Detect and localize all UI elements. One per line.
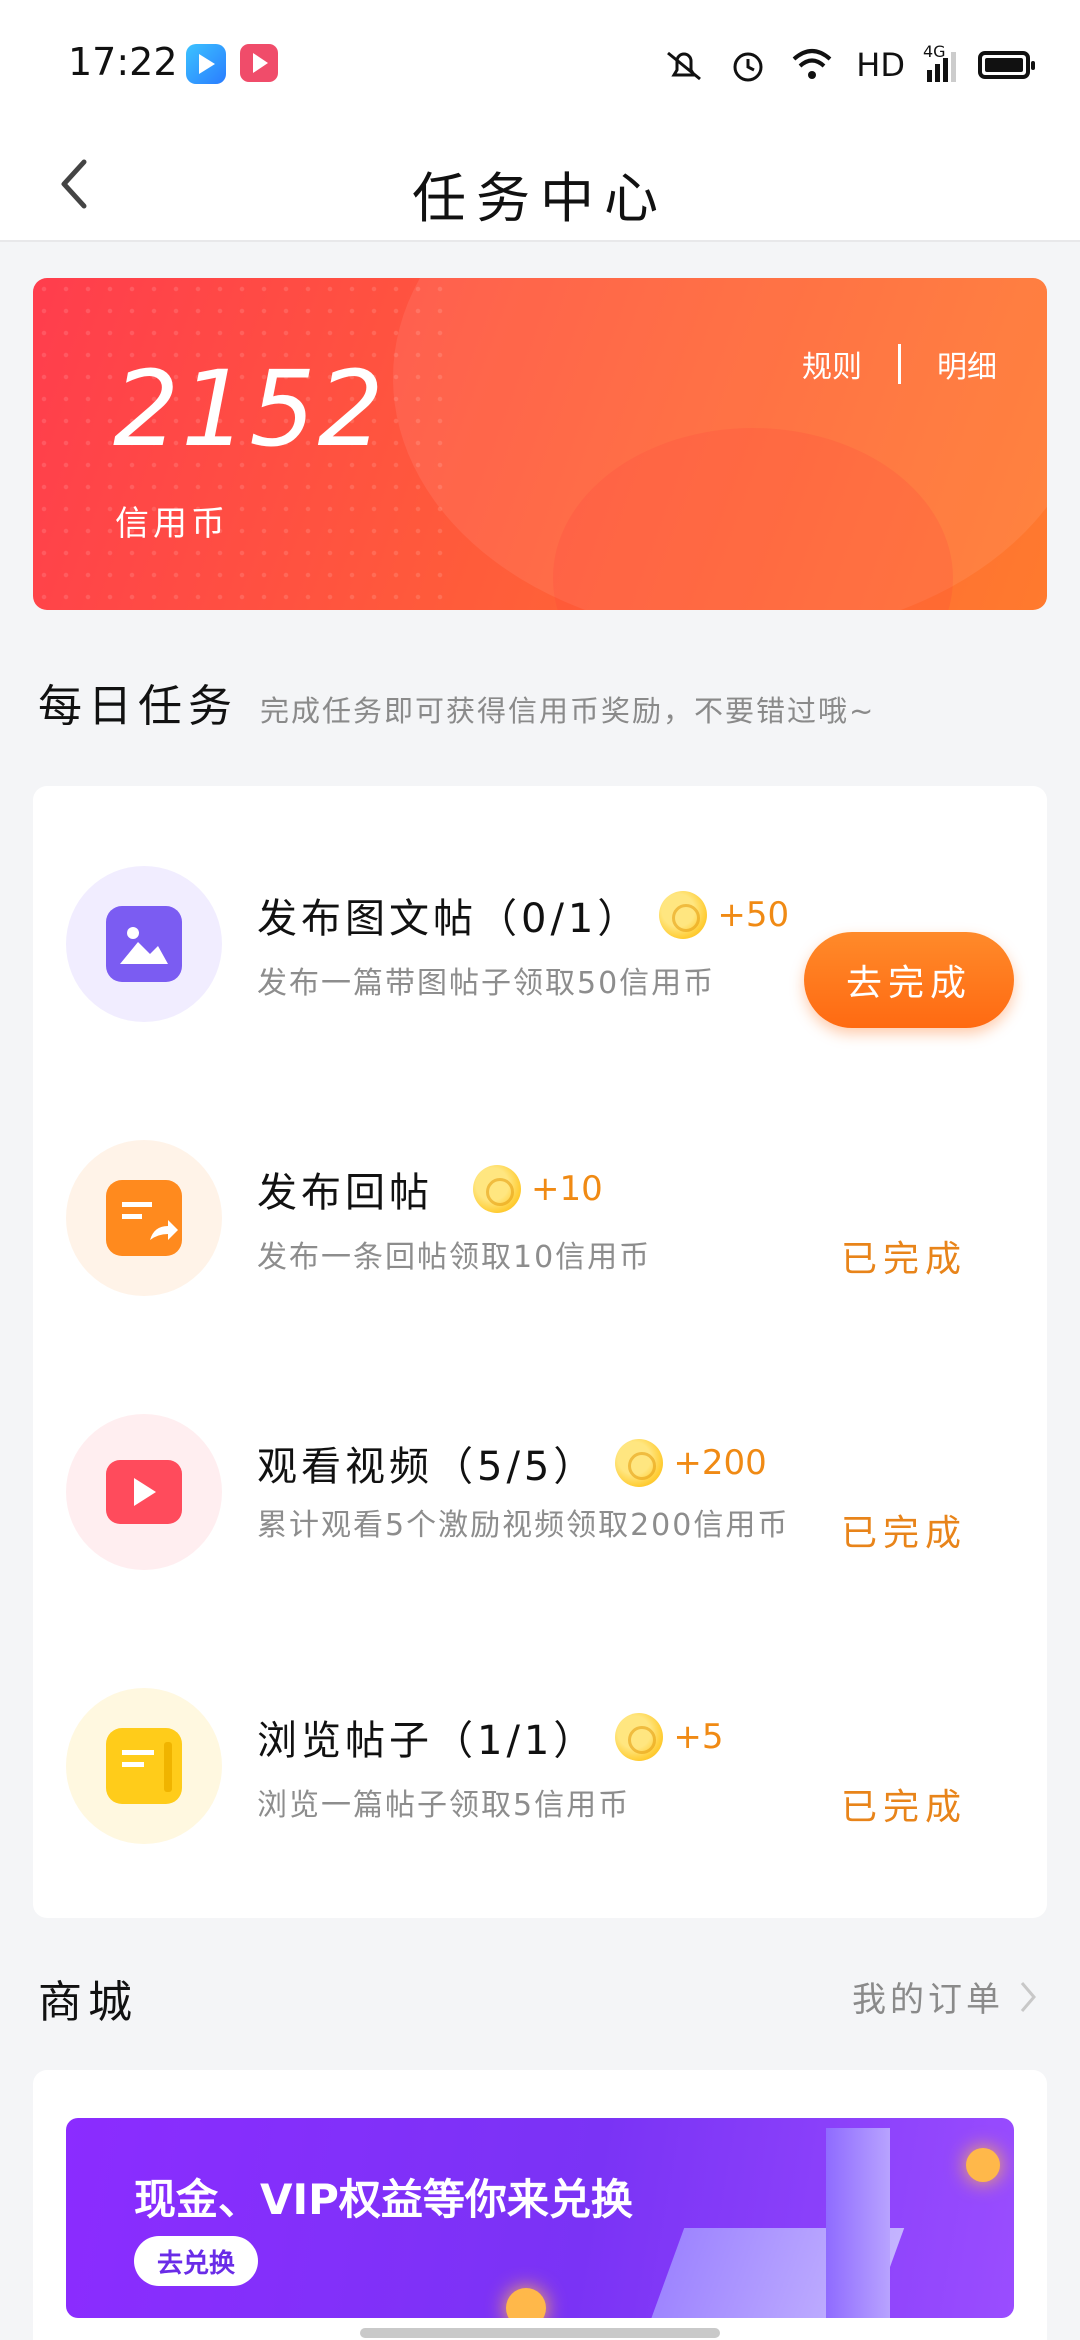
coin-icon xyxy=(615,1713,664,1761)
exchange-banner[interactable]: 现金、VIP权益等你来兑换 去兑换 xyxy=(66,2118,1014,2318)
video-app-icon xyxy=(186,44,226,84)
task-desc: 发布一篇带图帖子领取50信用币 xyxy=(257,966,716,1001)
task-desc: 累计观看5个激励视频领取200信用币 xyxy=(257,1508,790,1543)
home-indicator[interactable] xyxy=(360,2328,720,2338)
coin-icon xyxy=(659,891,708,939)
tower-illustration xyxy=(826,2128,890,2318)
coin-icon xyxy=(473,1165,521,1213)
go-complete-button[interactable]: 去完成 xyxy=(804,932,1014,1028)
task-item-reply-post: 发布回帖 +10 发布一条回帖领取10信用币 已完成 xyxy=(33,1100,1047,1300)
rules-link[interactable]: 规则 xyxy=(802,342,862,386)
glow-decor xyxy=(966,2148,1000,2182)
mute-icon xyxy=(667,51,702,81)
coin-icon xyxy=(615,1439,664,1487)
completed-label: 已完成 xyxy=(840,1513,967,1554)
browse-post-icon xyxy=(66,1688,222,1844)
nav-header: 任务中心 xyxy=(0,130,1080,242)
alarm-icon xyxy=(733,52,763,82)
daily-tasks-header: 每日任务 完成任务即可获得信用币奖励，不要错过哦~ xyxy=(38,670,875,734)
image-post-icon xyxy=(66,866,222,1022)
task-name: 观看视频（5/5） xyxy=(257,1444,598,1490)
chevron-right-icon xyxy=(1020,1981,1036,2012)
video-play-icon xyxy=(66,1414,222,1570)
task-reward: +50 xyxy=(717,895,790,935)
my-orders-label: 我的订单 xyxy=(852,1980,1004,2020)
task-desc: 发布一条回帖领取10信用币 xyxy=(257,1240,652,1275)
completed-label: 已完成 xyxy=(840,1787,967,1828)
status-time: 17:22 xyxy=(68,40,178,84)
task-reward: +5 xyxy=(673,1717,724,1757)
play-app-icon xyxy=(240,44,278,82)
signal-icon: 4G xyxy=(923,42,956,82)
card-links: 规则 明细 xyxy=(802,342,997,386)
daily-tasks-subtitle: 完成任务即可获得信用币奖励，不要错过哦~ xyxy=(260,694,876,728)
mall-title: 商城 xyxy=(38,1977,138,2028)
task-name: 发布图文帖（0/1） xyxy=(257,896,642,942)
status-bar: 17:22 HD 4G xyxy=(0,0,1080,130)
balance-card: 2152 信用币 规则 明细 xyxy=(33,278,1047,610)
exchange-button[interactable]: 去兑换 xyxy=(134,2236,258,2286)
task-name: 浏览帖子（1/1） xyxy=(257,1718,598,1764)
detail-link[interactable]: 明细 xyxy=(937,342,997,386)
task-item-watch-video: 观看视频（5/5） +200 累计观看5个激励视频领取200信用币 已完成 xyxy=(33,1374,1047,1574)
daily-tasks-title: 每日任务 xyxy=(38,681,238,732)
divider xyxy=(898,344,901,384)
glow-decor xyxy=(506,2288,546,2318)
battery-icon xyxy=(978,51,1035,79)
wifi-icon xyxy=(792,49,832,79)
mall-card: 现金、VIP权益等你来兑换 去兑换 xyxy=(33,2070,1047,2340)
my-orders-link[interactable]: 我的订单 xyxy=(852,1972,1040,2021)
page-title: 任务中心 xyxy=(412,167,668,230)
network-label: HD xyxy=(856,46,905,84)
task-reward: +10 xyxy=(531,1169,603,1209)
task-name: 发布回帖 xyxy=(257,1170,433,1216)
task-reward: +200 xyxy=(673,1443,767,1483)
task-desc: 浏览一篇帖子领取5信用币 xyxy=(257,1788,631,1823)
completed-label: 已完成 xyxy=(840,1239,967,1280)
balance-unit: 信用币 xyxy=(115,504,229,544)
status-icons: HD 4G xyxy=(662,40,1035,90)
signal-label: 4G xyxy=(923,42,946,61)
task-item-browse-post: 浏览帖子（1/1） +5 浏览一篇帖子领取5信用币 已完成 xyxy=(33,1648,1047,1848)
reply-post-icon xyxy=(66,1140,222,1296)
balance-amount: 2152 xyxy=(113,348,386,470)
banner-title: 现金、VIP权益等你来兑换 xyxy=(134,2175,633,2224)
task-item-image-post: 发布图文帖（0/1） +50 发布一篇带图帖子领取50信用币 去完成 xyxy=(33,826,1047,1028)
task-list: 发布图文帖（0/1） +50 发布一篇带图帖子领取50信用币 去完成 发布回帖 … xyxy=(33,786,1047,1918)
